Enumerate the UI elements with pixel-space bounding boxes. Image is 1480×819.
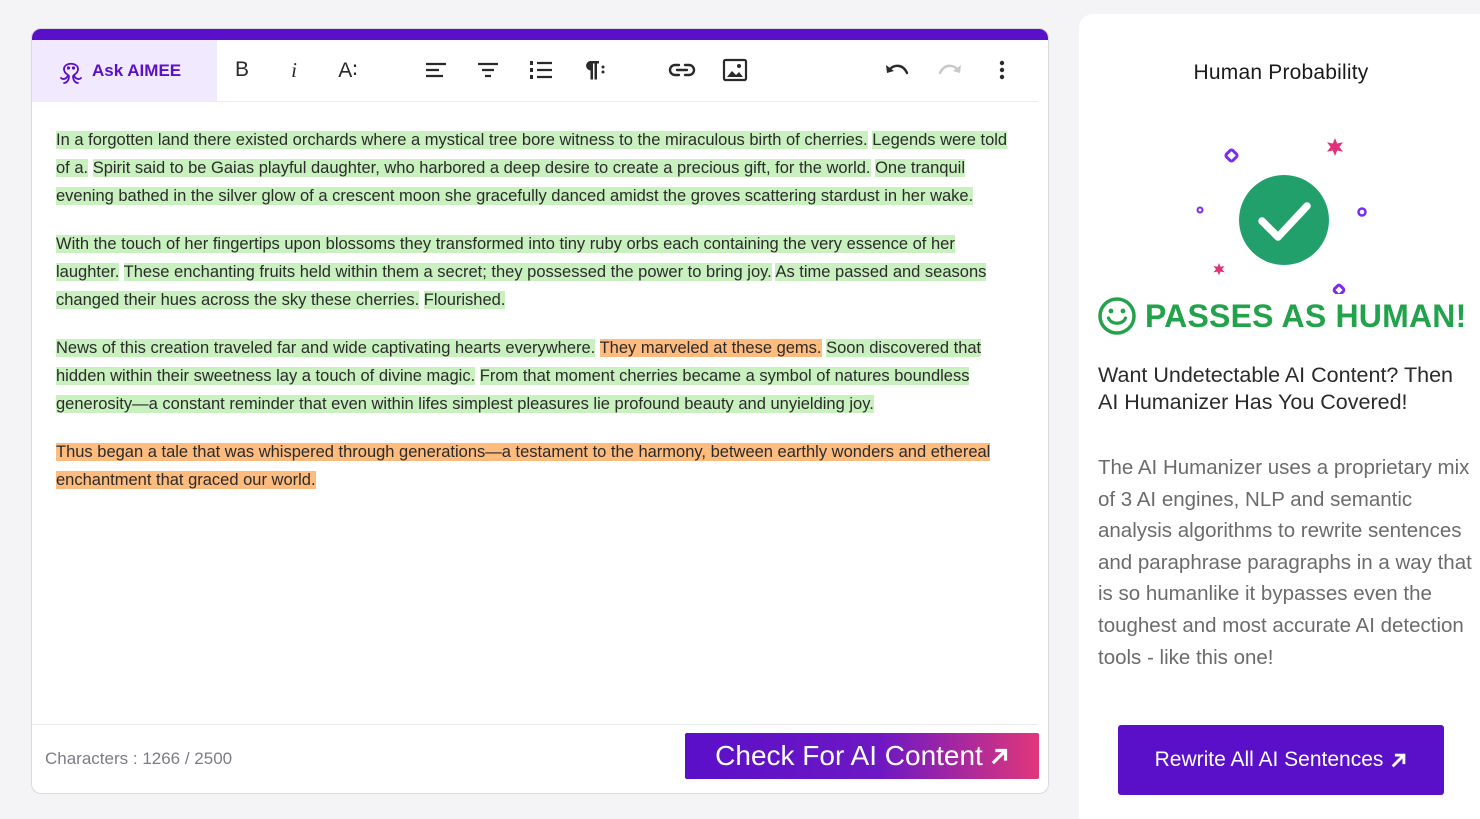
numbered-list-icon	[530, 61, 552, 79]
align-left-icon	[426, 62, 446, 78]
align-left-button[interactable]	[420, 54, 452, 86]
arrow-up-right-icon	[1392, 753, 1406, 768]
char-limit-value: / 2500	[180, 749, 233, 768]
human-sentence[interactable]: Flourished.	[423, 291, 506, 309]
result-label: PASSES AS HUMAN!	[1145, 297, 1467, 334]
smile-icon	[1098, 297, 1136, 335]
editor-accent-bar	[32, 29, 1048, 40]
italic-button[interactable]: i	[278, 54, 310, 86]
character-counter: Characters : 1266 / 2500	[45, 749, 232, 769]
editor-paragraph: Thus began a tale that was whispered thr…	[56, 438, 1016, 494]
text-editor: Ask AIMEE B i A∶ In a forgotten land the…	[31, 28, 1049, 794]
editor-paragraph: With the touch of her fingertips upon bl…	[56, 230, 1016, 314]
human-sentence[interactable]: These enchanting fruits held within them…	[123, 263, 772, 281]
paragraph-icon	[586, 61, 605, 80]
font-size-icon: A∶	[338, 58, 358, 82]
editor-paragraph: In a forgotten land there existed orchar…	[56, 126, 1016, 210]
italic-icon: i	[291, 57, 297, 82]
more-vertical-icon	[999, 60, 1005, 80]
image-icon	[722, 58, 748, 82]
promo-body: The AI Humanizer uses a proprietary mix …	[1098, 456, 1472, 669]
ai-sentence[interactable]: Thus began a tale that was whispered thr…	[56, 443, 991, 489]
human-probability-title: Human Probability	[1193, 61, 1369, 84]
result-panel: Human Probability PASSES AS HUMAN! Want …	[1079, 14, 1480, 819]
redo-icon	[938, 64, 961, 75]
human-sentence[interactable]: In a forgotten land there existed orchar…	[56, 131, 868, 149]
page: Ask AIMEE B i A∶ In a forgotten land the…	[0, 0, 1480, 819]
check-circle-icon	[1196, 138, 1367, 294]
octopus-icon	[60, 62, 82, 84]
ai-sentence[interactable]: They marveled at these gems.	[599, 339, 822, 357]
result-status: PASSES AS HUMAN!	[1097, 296, 1466, 336]
check-ai-content-label: Check For AI Content	[715, 740, 983, 771]
redo-button[interactable]	[934, 54, 966, 86]
char-count-label: Characters :	[45, 749, 143, 768]
more-options-button[interactable]	[986, 54, 1018, 86]
bold-icon: B	[234, 58, 249, 81]
align-center-button[interactable]	[472, 54, 504, 86]
image-button[interactable]	[719, 54, 751, 86]
check-ai-content-button[interactable]: Check For AI Content	[685, 733, 1039, 779]
font-size-button[interactable]: A∶	[332, 54, 364, 86]
align-center-icon	[478, 62, 498, 78]
rewrite-button-label: Rewrite All AI Sentences	[1154, 748, 1384, 771]
rewrite-ai-sentences-button[interactable]: Rewrite All AI Sentences	[1118, 725, 1444, 795]
link-button[interactable]	[666, 54, 698, 86]
ask-aimee-button[interactable]: Ask AIMEE	[32, 40, 217, 101]
promo-heading: Want Undetectable AI Content? Then AI Hu…	[1098, 363, 1453, 414]
paragraph-button[interactable]	[578, 54, 610, 86]
editor-content[interactable]: In a forgotten land there existed orchar…	[56, 126, 1016, 514]
human-sentence[interactable]: News of this creation traveled far and w…	[56, 339, 596, 357]
arrow-up-right-icon	[991, 748, 1008, 765]
undo-icon	[886, 64, 909, 75]
undo-button[interactable]	[881, 54, 913, 86]
ask-aimee-label: Ask AIMEE	[92, 60, 182, 80]
bold-button[interactable]: B	[226, 54, 258, 86]
editor-toolbar: Ask AIMEE B i A∶	[32, 40, 1038, 102]
editor-footer: Characters : 1266 / 2500 Check For AI Co…	[32, 724, 1039, 793]
char-count-value: 1266	[142, 749, 181, 768]
editor-paragraph: News of this creation traveled far and w…	[56, 334, 1016, 418]
human-sentence[interactable]: Spirit said to be Gaias playful daughter…	[92, 159, 871, 177]
numbered-list-button[interactable]	[525, 54, 557, 86]
link-icon	[668, 63, 696, 77]
